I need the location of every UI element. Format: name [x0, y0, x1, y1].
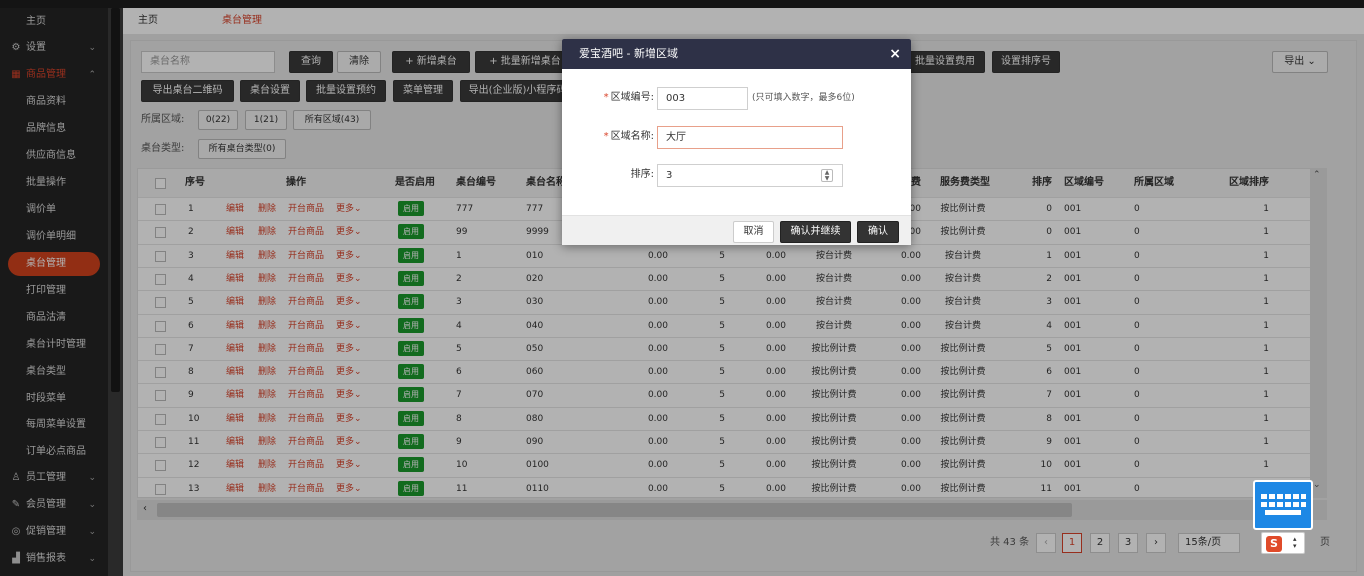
- ime-arrows-icon[interactable]: ▴ ▾: [1293, 536, 1297, 550]
- close-icon[interactable]: ×: [889, 39, 901, 69]
- cancel-button[interactable]: 取消: [733, 221, 774, 243]
- confirm-continue-button[interactable]: 确认并继续: [780, 221, 851, 243]
- ime-keyboard-widget[interactable]: S ▴ ▾: [1253, 480, 1313, 556]
- add-area-dialog: 爱宝酒吧 - 新增区域 × * 区域编号: 003 (只可填入数字，最多6位) *…: [562, 39, 911, 245]
- area-code-hint: (只可填入数字，最多6位): [752, 93, 855, 103]
- area-code-label-text: 区域编号:: [610, 92, 654, 103]
- dialog-title: 爱宝酒吧 - 新增区域: [579, 47, 678, 60]
- sogou-logo-icon: S: [1266, 536, 1282, 552]
- dialog-footer: 取消 确认并继续 确认: [562, 215, 911, 245]
- keyboard-icon[interactable]: [1253, 480, 1313, 530]
- confirm-button[interactable]: 确认: [857, 221, 899, 243]
- area-name-label: * 区域名称:: [582, 126, 654, 148]
- area-code-input[interactable]: 003: [657, 87, 748, 110]
- area-name-input[interactable]: 大厅: [657, 126, 843, 149]
- area-code-label: * 区域编号:: [582, 87, 654, 109]
- stepper-arrows-icon[interactable]: ▲ ▼: [821, 169, 833, 182]
- required-mark: *: [603, 131, 609, 142]
- sort-stepper[interactable]: 3: [657, 164, 843, 187]
- dialog-title-bar: 爱宝酒吧 - 新增区域 ×: [562, 39, 911, 69]
- ime-toggle[interactable]: S ▴ ▾: [1261, 532, 1305, 554]
- required-mark: *: [603, 92, 609, 103]
- sort-label: 排序:: [630, 169, 654, 180]
- area-name-label-text: 区域名称:: [610, 131, 654, 142]
